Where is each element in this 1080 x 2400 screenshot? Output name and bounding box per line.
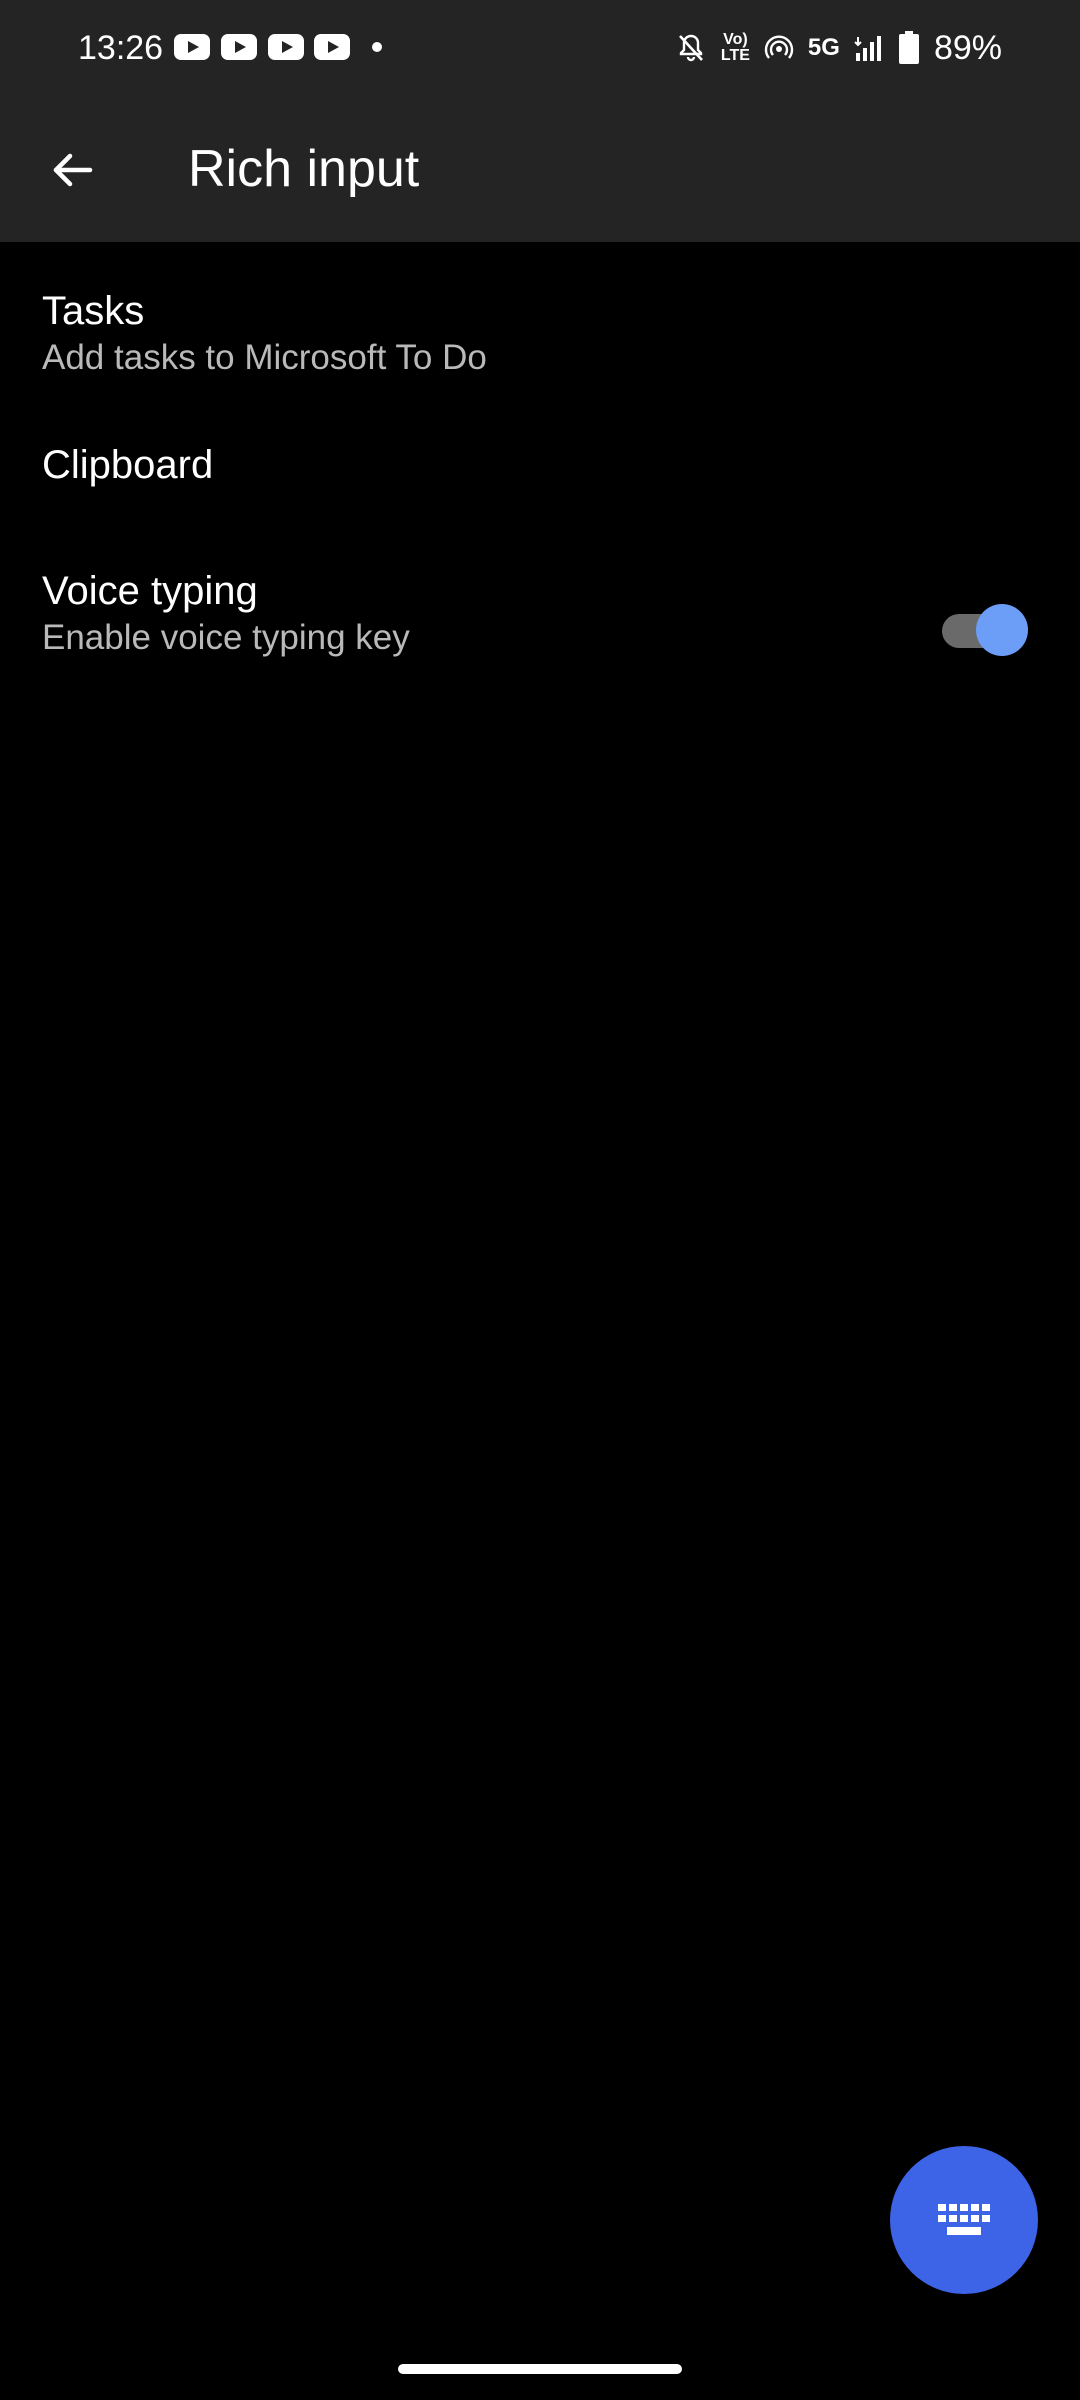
voice-typing-toggle[interactable] (942, 600, 1028, 656)
keyboard-fab-button[interactable] (890, 2146, 1038, 2294)
arrow-left-icon (53, 153, 93, 187)
dot-icon (372, 42, 382, 52)
page-title: Rich input (188, 140, 420, 198)
youtube-icon (314, 34, 350, 60)
battery-percentage: 89% (933, 28, 1002, 67)
screen: 13:26 Vo) LTE 5G 89% Rich input Tasks Ad… (0, 0, 1080, 2400)
home-indicator[interactable] (398, 2364, 682, 2374)
setting-title: Voice typing (42, 569, 258, 613)
toggle-thumb (976, 604, 1028, 656)
back-button[interactable] (30, 128, 114, 212)
battery-icon (898, 31, 920, 65)
network-type-label: 5G (807, 34, 840, 61)
setting-subtitle: Enable voice typing key (42, 618, 410, 657)
status-right: Vo) LTE 5G 89% (675, 28, 1002, 68)
volte-top-label: Vo) (723, 31, 748, 48)
status-time: 13:26 (78, 29, 164, 67)
youtube-icon (174, 34, 210, 60)
setting-tasks[interactable]: Tasks Add tasks to Microsoft To Do (0, 242, 1080, 402)
setting-clipboard[interactable]: Clipboard (0, 402, 1080, 542)
signal-icon (854, 33, 884, 63)
setting-title: Tasks (42, 289, 145, 333)
status-bar: 13:26 Vo) LTE 5G 89% (0, 0, 1080, 96)
notifications-off-icon (675, 32, 707, 64)
hotspot-icon (764, 33, 794, 63)
youtube-icon (268, 34, 304, 60)
settings-list: Tasks Add tasks to Microsoft To Do Clipb… (0, 242, 1080, 722)
setting-subtitle: Add tasks to Microsoft To Do (42, 338, 487, 377)
volte-bottom-label: LTE (720, 47, 750, 64)
youtube-icon (221, 34, 257, 60)
setting-voice-typing[interactable]: Voice typing Enable voice typing key (0, 542, 1080, 722)
setting-title: Clipboard (42, 443, 214, 487)
volte-icon: Vo) LTE (721, 32, 750, 64)
keyboard-icon (938, 2204, 990, 2235)
app-bar: Rich input (0, 96, 1080, 242)
